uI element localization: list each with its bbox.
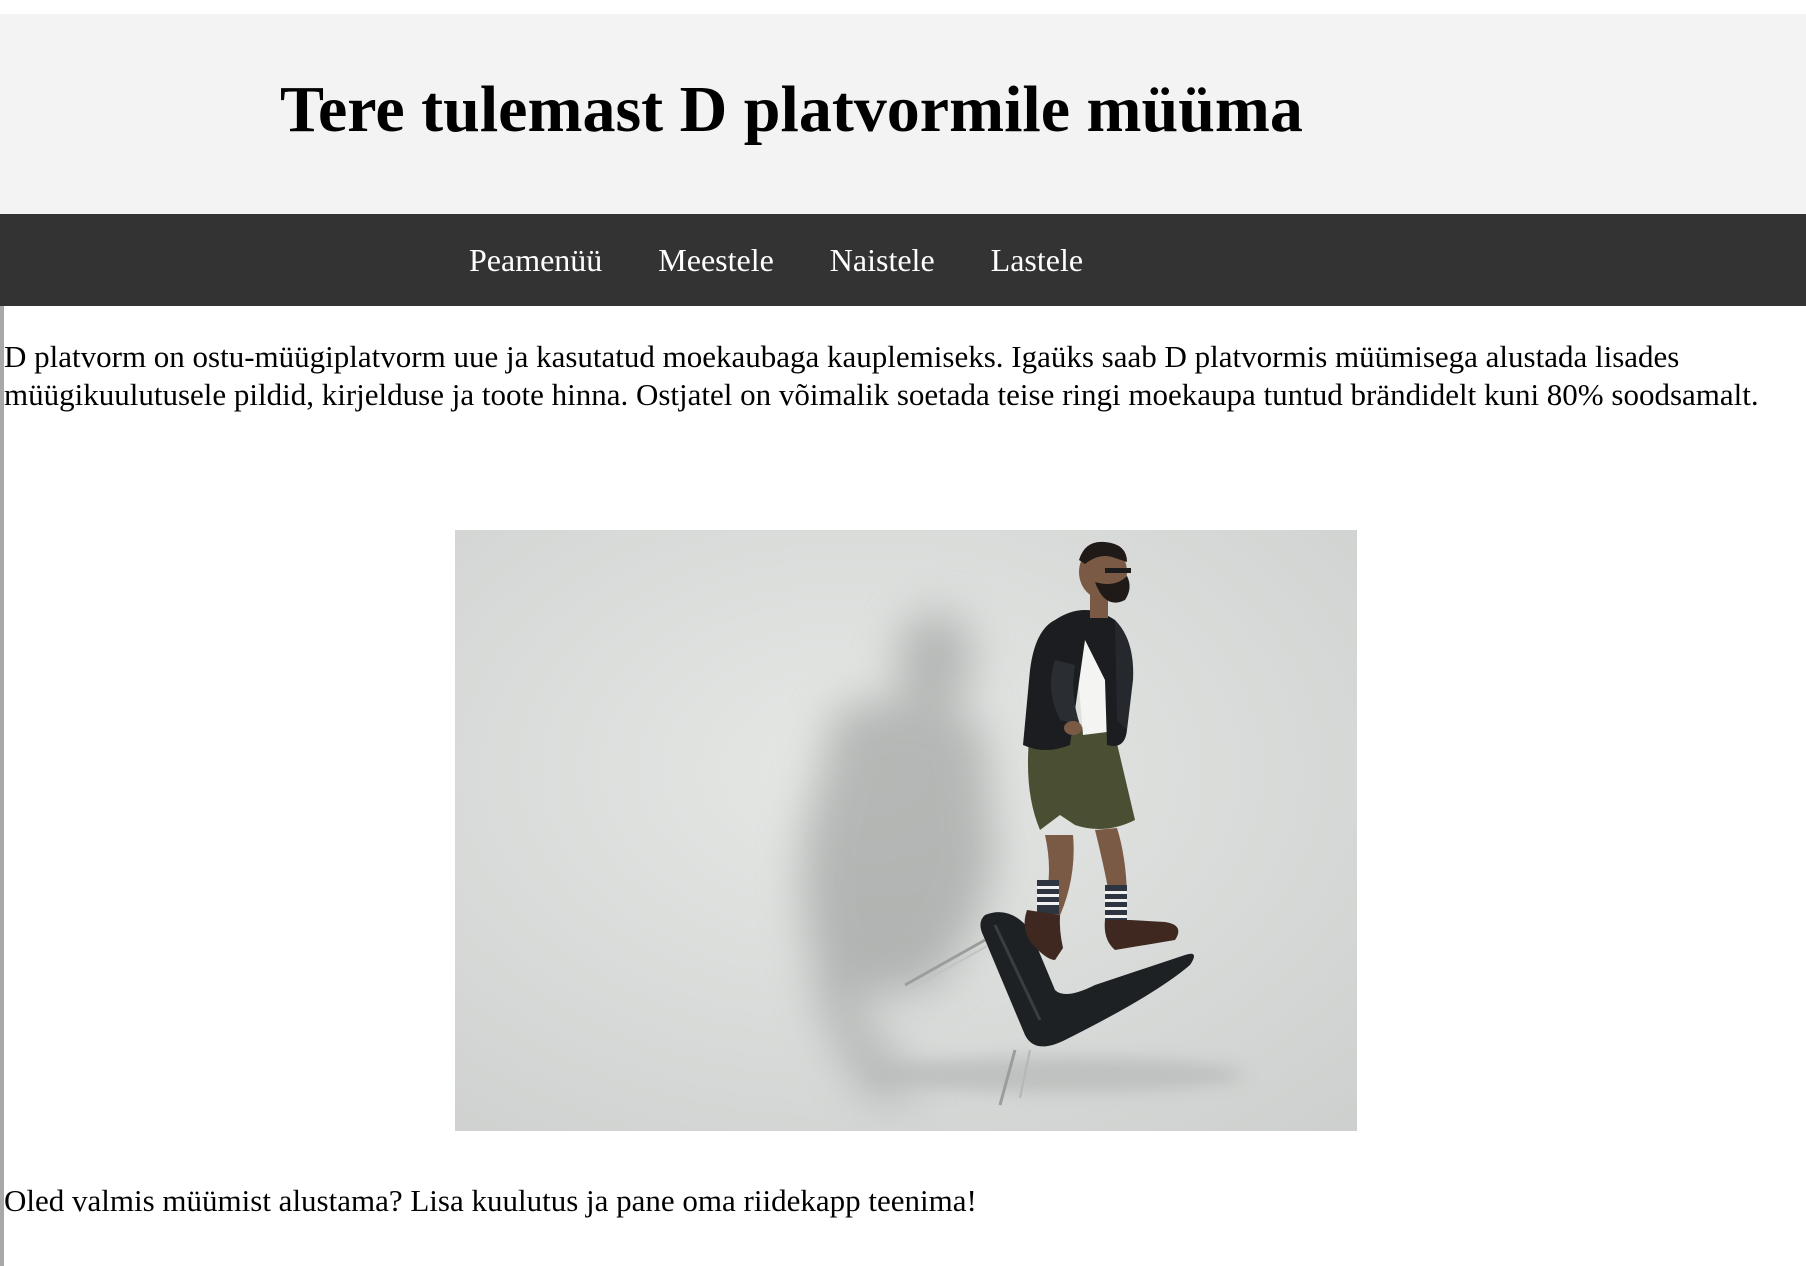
nav-item-lastele[interactable]: Lastele xyxy=(991,242,1083,279)
site-header: Tere tulemast D platvormile müüma xyxy=(0,14,1806,214)
cta-paragraph: Oled valmis müümist alustama? Lisa kuulu… xyxy=(4,1183,977,1218)
intro-paragraph: D platvorm on ostu-müügiplatvorm uue ja … xyxy=(4,339,1759,412)
nav-list: Peamenüü Meestele Naistele Lastele xyxy=(469,214,1139,306)
page: Tere tulemast D platvormile müüma Peamen… xyxy=(0,0,1806,1266)
nav-item-naistele[interactable]: Naistele xyxy=(830,242,935,279)
hero-image xyxy=(455,530,1357,1131)
nav-item-peamenuu[interactable]: Peamenüü xyxy=(469,242,602,279)
main-navigation: Peamenüü Meestele Naistele Lastele xyxy=(0,214,1806,306)
left-border xyxy=(0,306,4,1266)
nav-item-meestele[interactable]: Meestele xyxy=(658,242,774,279)
page-title: Tere tulemast D platvormile müüma xyxy=(280,73,1303,146)
man-on-chair-photo xyxy=(455,530,1357,1131)
